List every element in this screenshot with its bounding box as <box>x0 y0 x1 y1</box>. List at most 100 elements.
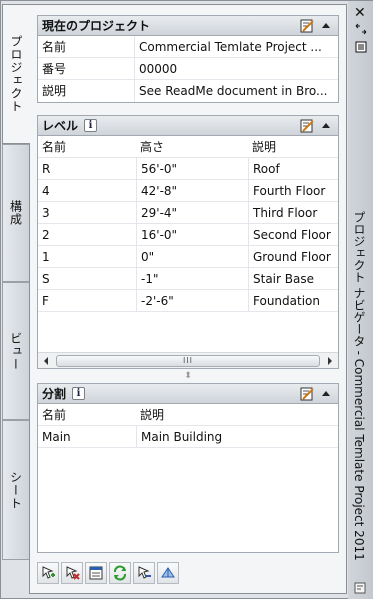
tab-sheets[interactable]: シート <box>2 420 29 560</box>
vertical-tabs: プロジェクト 構成 ビュー シート <box>2 4 30 560</box>
collapse-icon[interactable] <box>322 23 330 28</box>
close-icon[interactable]: ✕ <box>354 5 366 21</box>
levels-title: レベル <box>42 119 79 133</box>
level-description: Stair Base <box>248 267 338 290</box>
current-project-header: 現在のプロジェクト <box>38 16 338 36</box>
project-number-value[interactable]: 00000 <box>134 57 338 80</box>
division-description: Main Building <box>136 425 338 448</box>
division-name: Main <box>42 429 71 444</box>
level-name: 4 <box>42 183 50 198</box>
scroll-right-icon[interactable] <box>322 353 338 369</box>
level-height: -2'-6" <box>136 289 248 312</box>
level-height: 56'-0" <box>136 157 248 180</box>
repath-icon <box>138 566 151 579</box>
tab-project-label: プロジェクト <box>9 35 23 113</box>
info-icon[interactable]: i <box>84 119 98 132</box>
palette-title: プロジェクト ナビゲータ - Commercial Temlate Projec… <box>352 211 366 561</box>
divisions-title: 分割 <box>42 387 67 401</box>
info-icon[interactable]: i <box>72 387 86 400</box>
project-key: 説明 <box>42 84 67 98</box>
palette-title-bar[interactable]: ✕ プロジェクト ナビゲータ - Commercial Temlate Proj… <box>348 1 373 599</box>
level-height: 0" <box>136 245 248 268</box>
scroll-left-icon[interactable] <box>38 353 54 369</box>
level-name: F <box>42 293 49 308</box>
level-description: Ground Floor <box>248 245 338 268</box>
project-navigator-palette: プロジェクト 構成 ビュー シート 現在のプロジェクト 名前 Commercia… <box>0 0 373 599</box>
navigator-toolbar <box>37 562 179 586</box>
level-name: 1 <box>42 249 50 264</box>
level-name: 3 <box>42 205 50 220</box>
current-project-panel: 現在のプロジェクト 名前 Commercial Temlate Project … <box>37 15 339 103</box>
add-button[interactable] <box>37 562 59 584</box>
levels-header: レベル i <box>38 116 338 136</box>
properties-menu-icon[interactable] <box>355 41 367 53</box>
table-row[interactable]: 2 16'-0" Second Floor <box>38 223 338 246</box>
project-row-description: 説明 See ReadMe document in Bro... <box>38 80 338 102</box>
project-row-name: 名前 Commercial Temlate Project ... <box>38 35 338 58</box>
table-row[interactable]: Main Main Building <box>38 425 338 448</box>
edit-divisions-icon[interactable] <box>300 386 316 402</box>
level-height: -1" <box>136 267 248 290</box>
level-description: Fourth Floor <box>248 179 338 202</box>
project-key: 名前 <box>42 39 67 54</box>
column-header-description[interactable]: 説明 <box>136 404 338 426</box>
level-description: Third Floor <box>248 201 338 224</box>
current-project-title: 現在のプロジェクト <box>42 19 151 33</box>
levels-horizontal-scrollbar[interactable]: III <box>38 352 338 368</box>
edit-project-icon[interactable] <box>300 18 316 34</box>
project-row-number: 番号 00000 <box>38 57 338 80</box>
column-header-name[interactable]: 名前 <box>38 404 136 426</box>
level-height: 16'-0" <box>136 223 248 246</box>
levels-column-headers: 名前 高さ 説明 <box>38 136 338 158</box>
table-row[interactable]: 1 0" Ground Floor <box>38 245 338 268</box>
delete-button[interactable] <box>61 562 83 584</box>
auto-hide-icon[interactable] <box>355 23 367 35</box>
refresh-button[interactable] <box>109 562 131 584</box>
delete-item-icon <box>66 566 80 580</box>
repath-button[interactable] <box>133 562 155 584</box>
level-description: Roof <box>248 157 338 180</box>
tab-project[interactable]: プロジェクト <box>2 4 30 144</box>
column-header-description[interactable]: 説明 <box>248 136 338 158</box>
levels-list: R 56'-0" Roof 4 42'-8" Fourth Floor 3 29'-4" Thi… <box>38 157 338 312</box>
divisions-header: 分割 i <box>38 384 338 404</box>
tab-constructs-label: 構成 <box>8 200 23 226</box>
settings-icon[interactable] <box>354 582 366 594</box>
column-header-height[interactable]: 高さ <box>136 136 248 158</box>
table-row[interactable]: S -1" Stair Base <box>38 267 338 290</box>
edit-levels-icon[interactable] <box>300 118 316 134</box>
divisions-panel: 分割 i 名前 説明 Main Main Building <box>37 383 339 553</box>
panel-splitter-grip[interactable]: ⬍ <box>37 369 339 383</box>
level-name: 2 <box>42 227 50 242</box>
table-row[interactable]: 4 42'-8" Fourth Floor <box>38 179 338 202</box>
project-description-value[interactable]: See ReadMe document in Bro... <box>134 80 338 102</box>
collapse-icon[interactable] <box>322 123 330 128</box>
tab-sheets-label: シート <box>8 470 23 510</box>
level-name: R <box>42 161 51 176</box>
column-header-name[interactable]: 名前 <box>38 136 136 158</box>
divisions-column-headers: 名前 説明 <box>38 404 338 426</box>
tab-constructs[interactable]: 構成 <box>2 144 29 282</box>
tab-views-label: ビュー <box>8 331 23 371</box>
table-row[interactable]: F -2'-6" Foundation <box>38 289 338 312</box>
level-description: Foundation <box>248 289 338 312</box>
add-item-icon <box>42 566 55 579</box>
scroll-thumb[interactable]: III <box>56 354 320 367</box>
regenerate-button[interactable] <box>157 562 179 584</box>
table-row[interactable]: R 56'-0" Roof <box>38 157 338 180</box>
refresh-icon <box>114 565 126 581</box>
properties-icon <box>89 566 103 580</box>
project-name-value[interactable]: Commercial Temlate Project ... <box>134 35 338 58</box>
tab-views[interactable]: ビュー <box>2 282 29 420</box>
level-description: Second Floor <box>248 223 338 246</box>
project-key: 番号 <box>42 61 67 76</box>
levels-panel: レベル i 名前 高さ 説明 R 56'-0" Roof 4 42'-8" Fourth … <box>37 115 339 369</box>
collapse-icon[interactable] <box>322 391 330 396</box>
regenerate-icon <box>161 567 175 578</box>
tab-content: 現在のプロジェクト 名前 Commercial Temlate Project … <box>29 4 347 594</box>
level-height: 42'-8" <box>136 179 248 202</box>
level-name: S <box>42 271 50 286</box>
level-height: 29'-4" <box>136 201 248 224</box>
table-row[interactable]: 3 29'-4" Third Floor <box>38 201 338 224</box>
properties-button[interactable] <box>85 562 107 584</box>
